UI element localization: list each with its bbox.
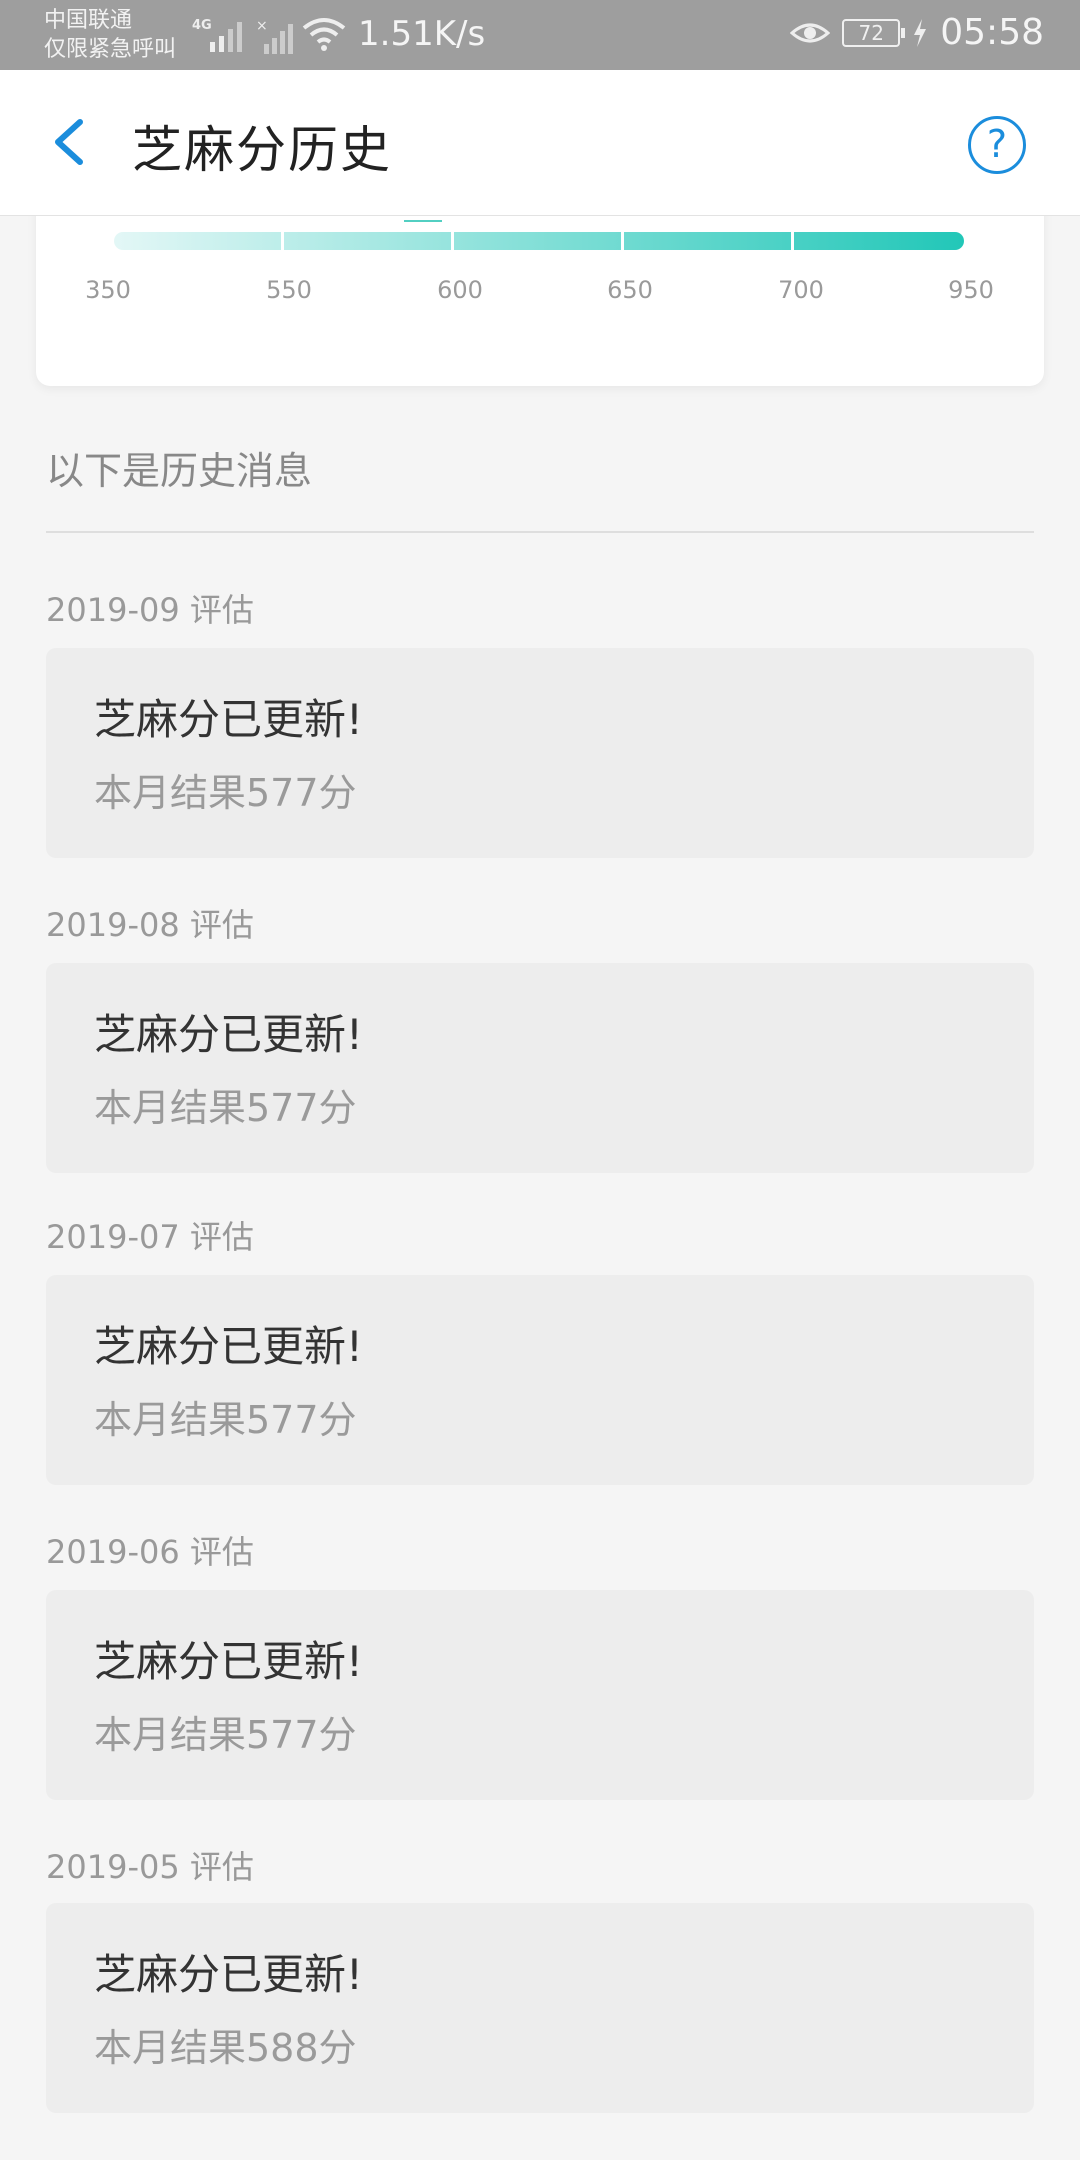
carrier-name: 中国联通	[44, 8, 133, 33]
scale-tick: 350	[85, 276, 131, 304]
page-title: 芝麻分历史	[132, 121, 392, 179]
entry-date: 2019-07 评估	[46, 1218, 254, 1256]
entry-title: 芝麻分已更新!	[94, 695, 363, 744]
network-type-label: 4G	[192, 18, 212, 33]
no-signal-icon: ×	[256, 18, 293, 54]
scale-tick: 650	[607, 276, 653, 304]
entry-title: 芝麻分已更新!	[94, 1637, 363, 1686]
history-entry-card[interactable]: 芝麻分已更新! 本月结果577分	[46, 1590, 1034, 1800]
clock: 05:58	[940, 12, 1044, 53]
scale-tick: 550	[266, 276, 312, 304]
status-right: 72 05:58	[790, 12, 1044, 53]
entry-title: 芝麻分已更新!	[94, 1010, 363, 1059]
nav-bar: 芝麻分历史 ?	[0, 70, 1080, 216]
history-entry-card[interactable]: 芝麻分已更新! 本月结果577分	[46, 1275, 1034, 1485]
network-speed: 1.51K/s	[358, 14, 486, 54]
score-range-bar	[114, 232, 964, 250]
history-entry-card[interactable]: 芝麻分已更新! 本月结果577分	[46, 963, 1034, 1173]
signal-icon	[210, 22, 242, 52]
entry-date: 2019-08 评估	[46, 906, 254, 944]
entry-result: 本月结果577分	[94, 1398, 357, 1442]
entry-result: 本月结果577分	[94, 771, 357, 815]
entry-result: 本月结果577分	[94, 1086, 357, 1130]
score-pointer-icon	[404, 220, 442, 222]
entry-date: 2019-09 评估	[46, 591, 254, 629]
help-button[interactable]: ?	[968, 116, 1026, 174]
wifi-icon	[302, 18, 346, 51]
entry-result: 本月结果577分	[94, 1713, 357, 1757]
carrier-info: 中国联通 仅限紧急呼叫	[44, 6, 176, 64]
entry-title: 芝麻分已更新!	[94, 1950, 363, 1999]
eye-comfort-icon	[790, 23, 831, 42]
entry-date: 2019-05 评估	[46, 1848, 254, 1886]
svg-text:×: ×	[256, 18, 268, 34]
history-entry-card[interactable]: 芝麻分已更新! 本月结果577分	[46, 648, 1034, 858]
entry-title: 芝麻分已更新!	[94, 1322, 363, 1371]
scale-tick: 600	[437, 276, 483, 304]
divider	[46, 531, 1034, 533]
carrier-status: 仅限紧急呼叫	[44, 37, 177, 62]
entry-result: 本月结果588分	[94, 2026, 357, 2070]
history-header: 以下是历史消息	[46, 449, 313, 493]
scale-tick: 950	[948, 276, 994, 304]
charging-icon	[914, 18, 927, 47]
back-icon[interactable]	[42, 112, 102, 172]
battery-indicator: 72	[842, 18, 906, 47]
scale-tick: 700	[778, 276, 824, 304]
status-bar: 中国联通 仅限紧急呼叫 4G × 1.51K/s 72 05:58	[0, 0, 1080, 70]
entry-date: 2019-06 评估	[46, 1533, 254, 1571]
history-entry-card[interactable]: 芝麻分已更新! 本月结果588分	[46, 1903, 1034, 2113]
